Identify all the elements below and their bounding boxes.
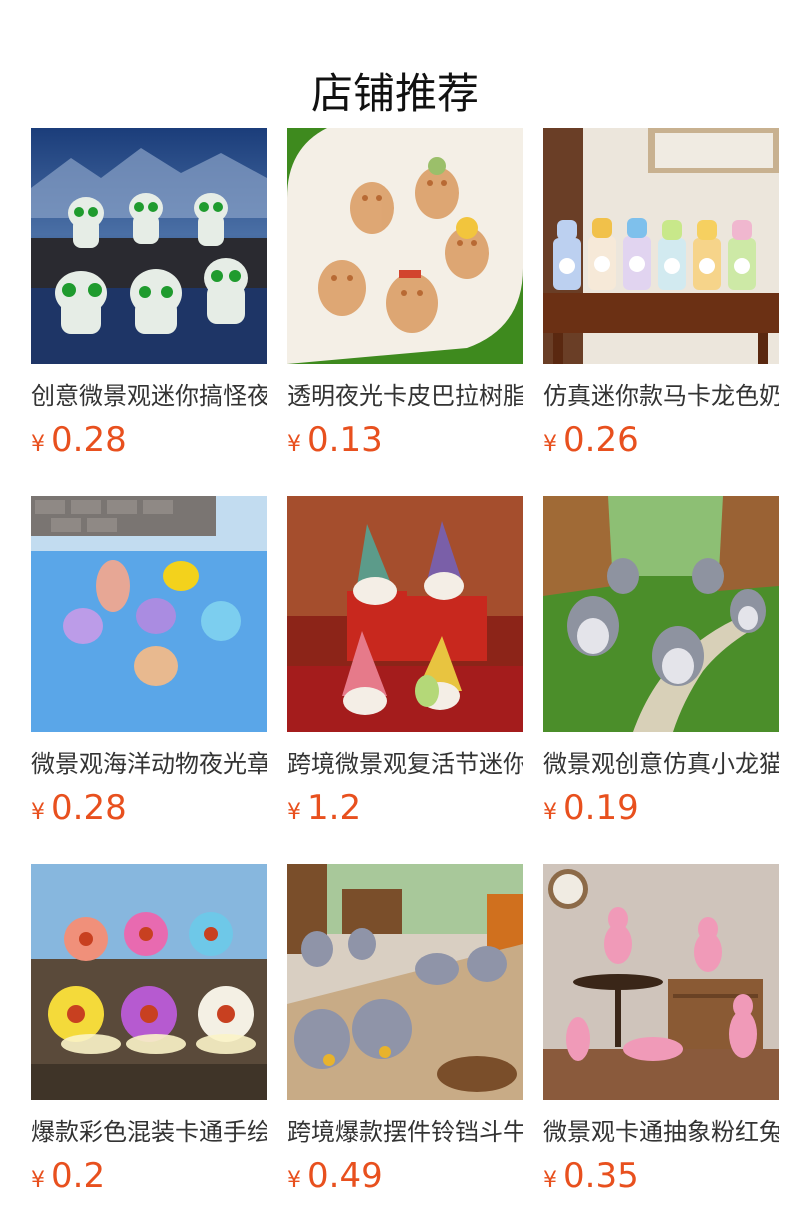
currency-symbol: ¥	[31, 800, 45, 825]
price-value: 0.2	[51, 1156, 106, 1196]
product-title[interactable]: 创意微景观迷你搞怪夜光小精灵	[31, 381, 267, 411]
price-value: 0.19	[563, 788, 639, 828]
product-card[interactable]: 爆款彩色混装卡通手绘蜗牛 ¥0.2	[31, 864, 267, 1232]
currency-symbol: ¥	[543, 432, 557, 457]
product-card[interactable]: 跨境爆款摆件铃铛斗牛犬 ¥0.49	[287, 864, 523, 1232]
product-card[interactable]: 微景观卡通抽象粉红兔子 ¥0.35	[543, 864, 779, 1232]
product-title[interactable]: 微景观卡通抽象粉红兔子	[543, 1117, 779, 1147]
price-value: 0.28	[51, 788, 127, 828]
product-image[interactable]	[31, 864, 267, 1100]
product-card[interactable]: 微景观海洋动物夜光章鱼 ¥0.28	[31, 496, 267, 864]
product-image[interactable]	[31, 128, 267, 364]
price-value: 0.35	[563, 1156, 639, 1196]
product-image[interactable]	[543, 496, 779, 732]
product-price: ¥0.13	[287, 418, 523, 462]
currency-symbol: ¥	[287, 800, 301, 825]
currency-symbol: ¥	[31, 1168, 45, 1193]
product-card[interactable]: 跨境微景观复活节迷你矮人 ¥1.2	[287, 496, 523, 864]
currency-symbol: ¥	[287, 1168, 301, 1193]
product-title[interactable]: 微景观海洋动物夜光章鱼	[31, 749, 267, 779]
product-card[interactable]: 微景观创意仿真小龙猫摆件 ¥0.19	[543, 496, 779, 864]
currency-symbol: ¥	[543, 800, 557, 825]
price-value: 0.26	[563, 420, 639, 460]
currency-symbol: ¥	[543, 1168, 557, 1193]
product-title[interactable]: 跨境微景观复活节迷你矮人	[287, 749, 523, 779]
product-price: ¥0.49	[287, 1154, 523, 1198]
product-title[interactable]: 仿真迷你款马卡龙色奶瓶	[543, 381, 779, 411]
product-title[interactable]: 跨境爆款摆件铃铛斗牛犬	[287, 1117, 523, 1147]
product-price: ¥1.2	[287, 786, 523, 830]
product-card[interactable]: 透明夜光卡皮巴拉树脂摆件 ¥0.13	[287, 128, 523, 496]
product-title[interactable]: 透明夜光卡皮巴拉树脂摆件	[287, 381, 523, 411]
product-title[interactable]: 爆款彩色混装卡通手绘蜗牛	[31, 1117, 267, 1147]
price-value: 0.28	[51, 420, 127, 460]
product-price: ¥0.26	[543, 418, 779, 462]
price-value: 0.13	[307, 420, 383, 460]
product-grid: 创意微景观迷你搞怪夜光小精灵 ¥0.28	[31, 128, 790, 1232]
product-card[interactable]: 创意微景观迷你搞怪夜光小精灵 ¥0.28	[31, 128, 267, 496]
product-price: ¥0.28	[31, 786, 267, 830]
currency-symbol: ¥	[31, 432, 45, 457]
product-image[interactable]	[287, 128, 523, 364]
product-image[interactable]	[31, 496, 267, 732]
product-price: ¥0.35	[543, 1154, 779, 1198]
product-image[interactable]	[543, 864, 779, 1100]
product-image[interactable]	[287, 496, 523, 732]
product-image[interactable]	[543, 128, 779, 364]
price-value: 1.2	[307, 788, 362, 828]
product-price: ¥0.28	[31, 418, 267, 462]
product-card[interactable]: 仿真迷你款马卡龙色奶瓶 ¥0.26	[543, 128, 779, 496]
product-title[interactable]: 微景观创意仿真小龙猫摆件	[543, 749, 779, 779]
product-image[interactable]	[287, 864, 523, 1100]
price-value: 0.49	[307, 1156, 383, 1196]
currency-symbol: ¥	[287, 432, 301, 457]
product-price: ¥0.2	[31, 1154, 267, 1198]
product-price: ¥0.19	[543, 786, 779, 830]
page-title: 店铺推荐	[310, 69, 479, 119]
